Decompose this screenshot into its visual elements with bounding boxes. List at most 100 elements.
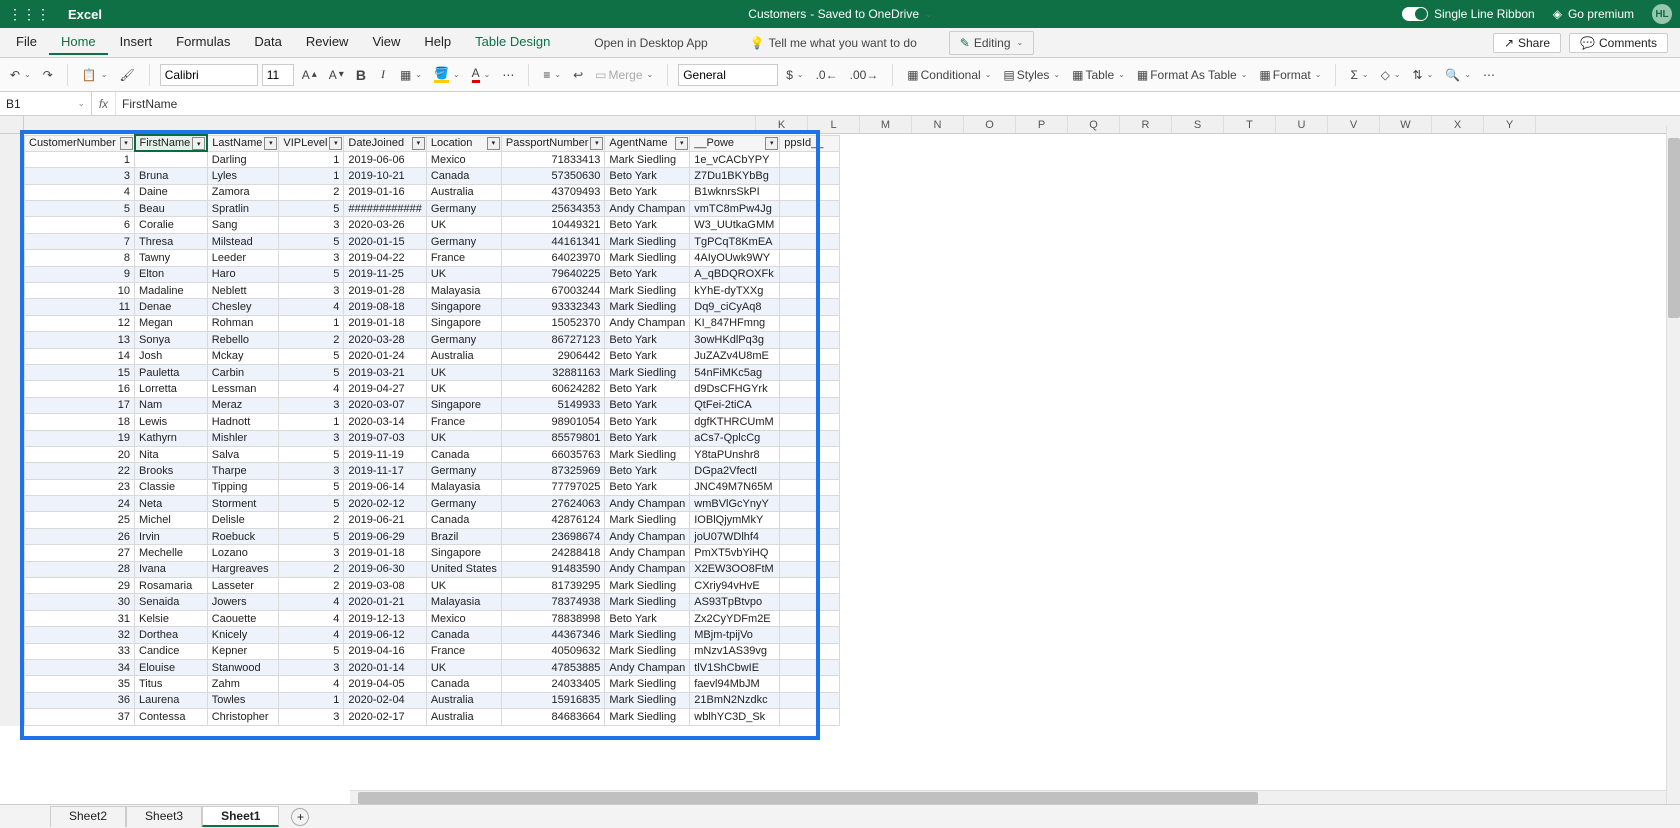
table-row[interactable]: 4DaineZamora22019-01-16Australia43709493… (25, 184, 840, 200)
table-row[interactable]: 33CandiceKepner52019-04-16France40509632… (25, 643, 840, 659)
editing-mode-button[interactable]: ✎ Editing ⌄ (949, 31, 1034, 55)
table-row[interactable]: 15PaulettaCarbin52019-03-21UK32881163Mar… (25, 364, 840, 380)
filter-icon[interactable]: ▾ (329, 137, 342, 150)
redo-button[interactable]: ↷ (39, 66, 57, 84)
filter-icon[interactable]: ▾ (264, 137, 277, 150)
number-format-select[interactable] (678, 64, 778, 86)
table-row[interactable]: 9EltonHaro52019-11-25UK79640225Beto Yark… (25, 266, 840, 282)
table-header-AgentName[interactable]: AgentName▾ (605, 135, 690, 151)
table-row[interactable]: 22BrooksTharpe32019-11-17Germany87325969… (25, 463, 840, 479)
table-row[interactable]: 29RosamariaLasseter22019-03-08UK81739295… (25, 578, 840, 594)
filter-icon[interactable]: ▾ (590, 137, 603, 150)
align-button[interactable]: ≡⌄ (539, 66, 565, 84)
table-row[interactable]: 16LorrettaLessman42019-04-27UK60624282Be… (25, 381, 840, 397)
undo-button[interactable]: ↶⌄ (6, 66, 35, 84)
table-row[interactable]: 17NamMeraz32020-03-07Singapore5149933Bet… (25, 397, 840, 413)
column-header-L[interactable]: L (808, 116, 860, 133)
table-button[interactable]: ▦ Table⌄ (1068, 66, 1129, 84)
table-header-CustomerNumber[interactable]: CustomerNumber▾ (25, 135, 135, 151)
add-sheet-button[interactable]: + (291, 808, 309, 826)
column-header-W[interactable]: W (1380, 116, 1432, 133)
menu-tab-help[interactable]: Help (412, 30, 463, 55)
menu-tab-review[interactable]: Review (294, 30, 361, 55)
column-header-T[interactable]: T (1224, 116, 1276, 133)
filter-icon[interactable]: ▾ (765, 137, 778, 150)
menu-tab-file[interactable]: File (4, 30, 49, 55)
column-header-N[interactable]: N (912, 116, 964, 133)
column-header-O[interactable]: O (964, 116, 1016, 133)
table-row[interactable]: 31KelsieCaouette42019-12-13Mexico7883899… (25, 610, 840, 626)
borders-button[interactable]: ▦⌄ (396, 66, 426, 84)
table-row[interactable]: 35TitusZahm42019-04-05Canada24033405Mark… (25, 676, 840, 692)
column-header-U[interactable]: U (1276, 116, 1328, 133)
menu-tab-view[interactable]: View (360, 30, 412, 55)
table-row[interactable]: 1Darling12019-06-06Mexico71833413Mark Si… (25, 151, 840, 167)
paste-button[interactable]: 📋⌄ (78, 66, 112, 84)
sheet-tab-sheet2[interactable]: Sheet2 (50, 806, 126, 827)
sheet-tab-sheet1[interactable]: Sheet1 (202, 806, 279, 827)
table-row[interactable]: 7ThresaMilstead52020-01-15Germany4416134… (25, 233, 840, 249)
table-row[interactable]: 12MeganRohman12019-01-18Singapore1505237… (25, 315, 840, 331)
table-row[interactable]: 37ContessaChristopher32020-02-17Australi… (25, 709, 840, 725)
more-ribbon-button[interactable]: ⋯ (1479, 66, 1499, 84)
filter-icon[interactable]: ▾ (412, 137, 425, 150)
menu-tab-data[interactable]: Data (242, 30, 293, 55)
data-table[interactable]: CustomerNumber▾FirstName▾LastName▾VIPLev… (24, 134, 840, 726)
open-desktop-button[interactable]: Open in Desktop App (584, 32, 717, 54)
font-name-select[interactable] (160, 64, 258, 86)
filter-icon[interactable]: ▾ (120, 137, 133, 150)
merge-button[interactable]: ▭ Merge⌄ (591, 66, 657, 84)
table-row[interactable]: 25MichelDelisle22019-06-21Canada42876124… (25, 512, 840, 528)
menu-tab-table-design[interactable]: Table Design (463, 30, 562, 55)
document-title[interactable]: Customers - Saved to OneDrive ⌄ (748, 7, 931, 21)
fill-color-button[interactable]: 🪣⌄ (430, 64, 464, 85)
table-header-LastName[interactable]: LastName▾ (207, 135, 279, 151)
share-button[interactable]: ↗ Share (1493, 33, 1561, 53)
table-row[interactable]: 30SenaidaJowers42020-01-21Malayasia78374… (25, 594, 840, 610)
select-all-corner[interactable] (0, 116, 24, 133)
table-row[interactable]: 28IvanaHargreaves22019-06-30United State… (25, 561, 840, 577)
single-line-ribbon-toggle[interactable]: Single Line Ribbon (1402, 7, 1535, 21)
user-avatar[interactable]: HL (1652, 4, 1672, 24)
column-header-Q[interactable]: Q (1068, 116, 1120, 133)
shrink-font-button[interactable]: A▾ (325, 66, 348, 84)
table-row[interactable]: 5BeauSpratlin5############Germany2563435… (25, 201, 840, 217)
table-header-__Powe[interactable]: __Powe▾ (690, 135, 780, 151)
table-header-PassportNumber[interactable]: PassportNumber▾ (501, 135, 605, 151)
format-button[interactable]: ▦ Format⌄ (1255, 66, 1325, 84)
format-painter-button[interactable]: 🖌 (115, 66, 138, 84)
column-header-K[interactable]: K (756, 116, 808, 133)
menu-tab-formulas[interactable]: Formulas (164, 30, 242, 55)
column-header-V[interactable]: V (1328, 116, 1380, 133)
menu-tab-insert[interactable]: Insert (108, 30, 165, 55)
table-header-DateJoined[interactable]: DateJoined▾ (344, 135, 426, 151)
sheet-tab-sheet3[interactable]: Sheet3 (126, 806, 202, 827)
grow-font-button[interactable]: A▴ (298, 66, 321, 84)
table-row[interactable]: 14JoshMckay52020-01-24Australia2906442Be… (25, 348, 840, 364)
table-row[interactable]: 10MadalineNeblett32019-01-28Malayasia670… (25, 283, 840, 299)
column-header-Y[interactable]: Y (1484, 116, 1536, 133)
table-row[interactable]: 23ClassieTipping52019-06-14Malayasia7779… (25, 479, 840, 495)
wrap-text-button[interactable]: ↩ (569, 66, 587, 84)
column-header-P[interactable]: P (1016, 116, 1068, 133)
table-row[interactable]: 20NitaSalva52019-11-19Canada66035763Mark… (25, 446, 840, 462)
vertical-scrollbar[interactable] (1666, 126, 1680, 804)
conditional-format-button[interactable]: ▦ Conditional⌄ (903, 66, 995, 84)
name-box[interactable]: B1 ⌄ (0, 92, 92, 115)
table-row[interactable]: 24NetaStorment52020-02-12Germany27624063… (25, 496, 840, 512)
filter-icon[interactable]: ▾ (675, 137, 688, 150)
fx-icon[interactable]: fx (92, 92, 116, 115)
cell-styles-button[interactable]: ▤ Styles⌄ (999, 66, 1064, 84)
find-button[interactable]: 🔍⌄ (1441, 66, 1475, 84)
more-font-button[interactable]: ⋯ (498, 66, 518, 84)
formula-bar-input[interactable]: FirstName (116, 97, 1680, 111)
column-header-S[interactable]: S (1172, 116, 1224, 133)
currency-button[interactable]: $⌄ (782, 66, 807, 84)
comments-button[interactable]: 💬 Comments (1569, 33, 1668, 53)
table-row[interactable]: 11DenaeChesley42019-08-18Singapore933323… (25, 299, 840, 315)
table-header-Location[interactable]: Location▾ (426, 135, 501, 151)
horizontal-scrollbar[interactable] (350, 790, 1666, 804)
filter-icon[interactable]: ▾ (487, 137, 500, 150)
table-row[interactable]: 26IrvinRoebuck52019-06-29Brazil23698674A… (25, 528, 840, 544)
autosum-button[interactable]: Σ⌄ (1346, 66, 1372, 84)
